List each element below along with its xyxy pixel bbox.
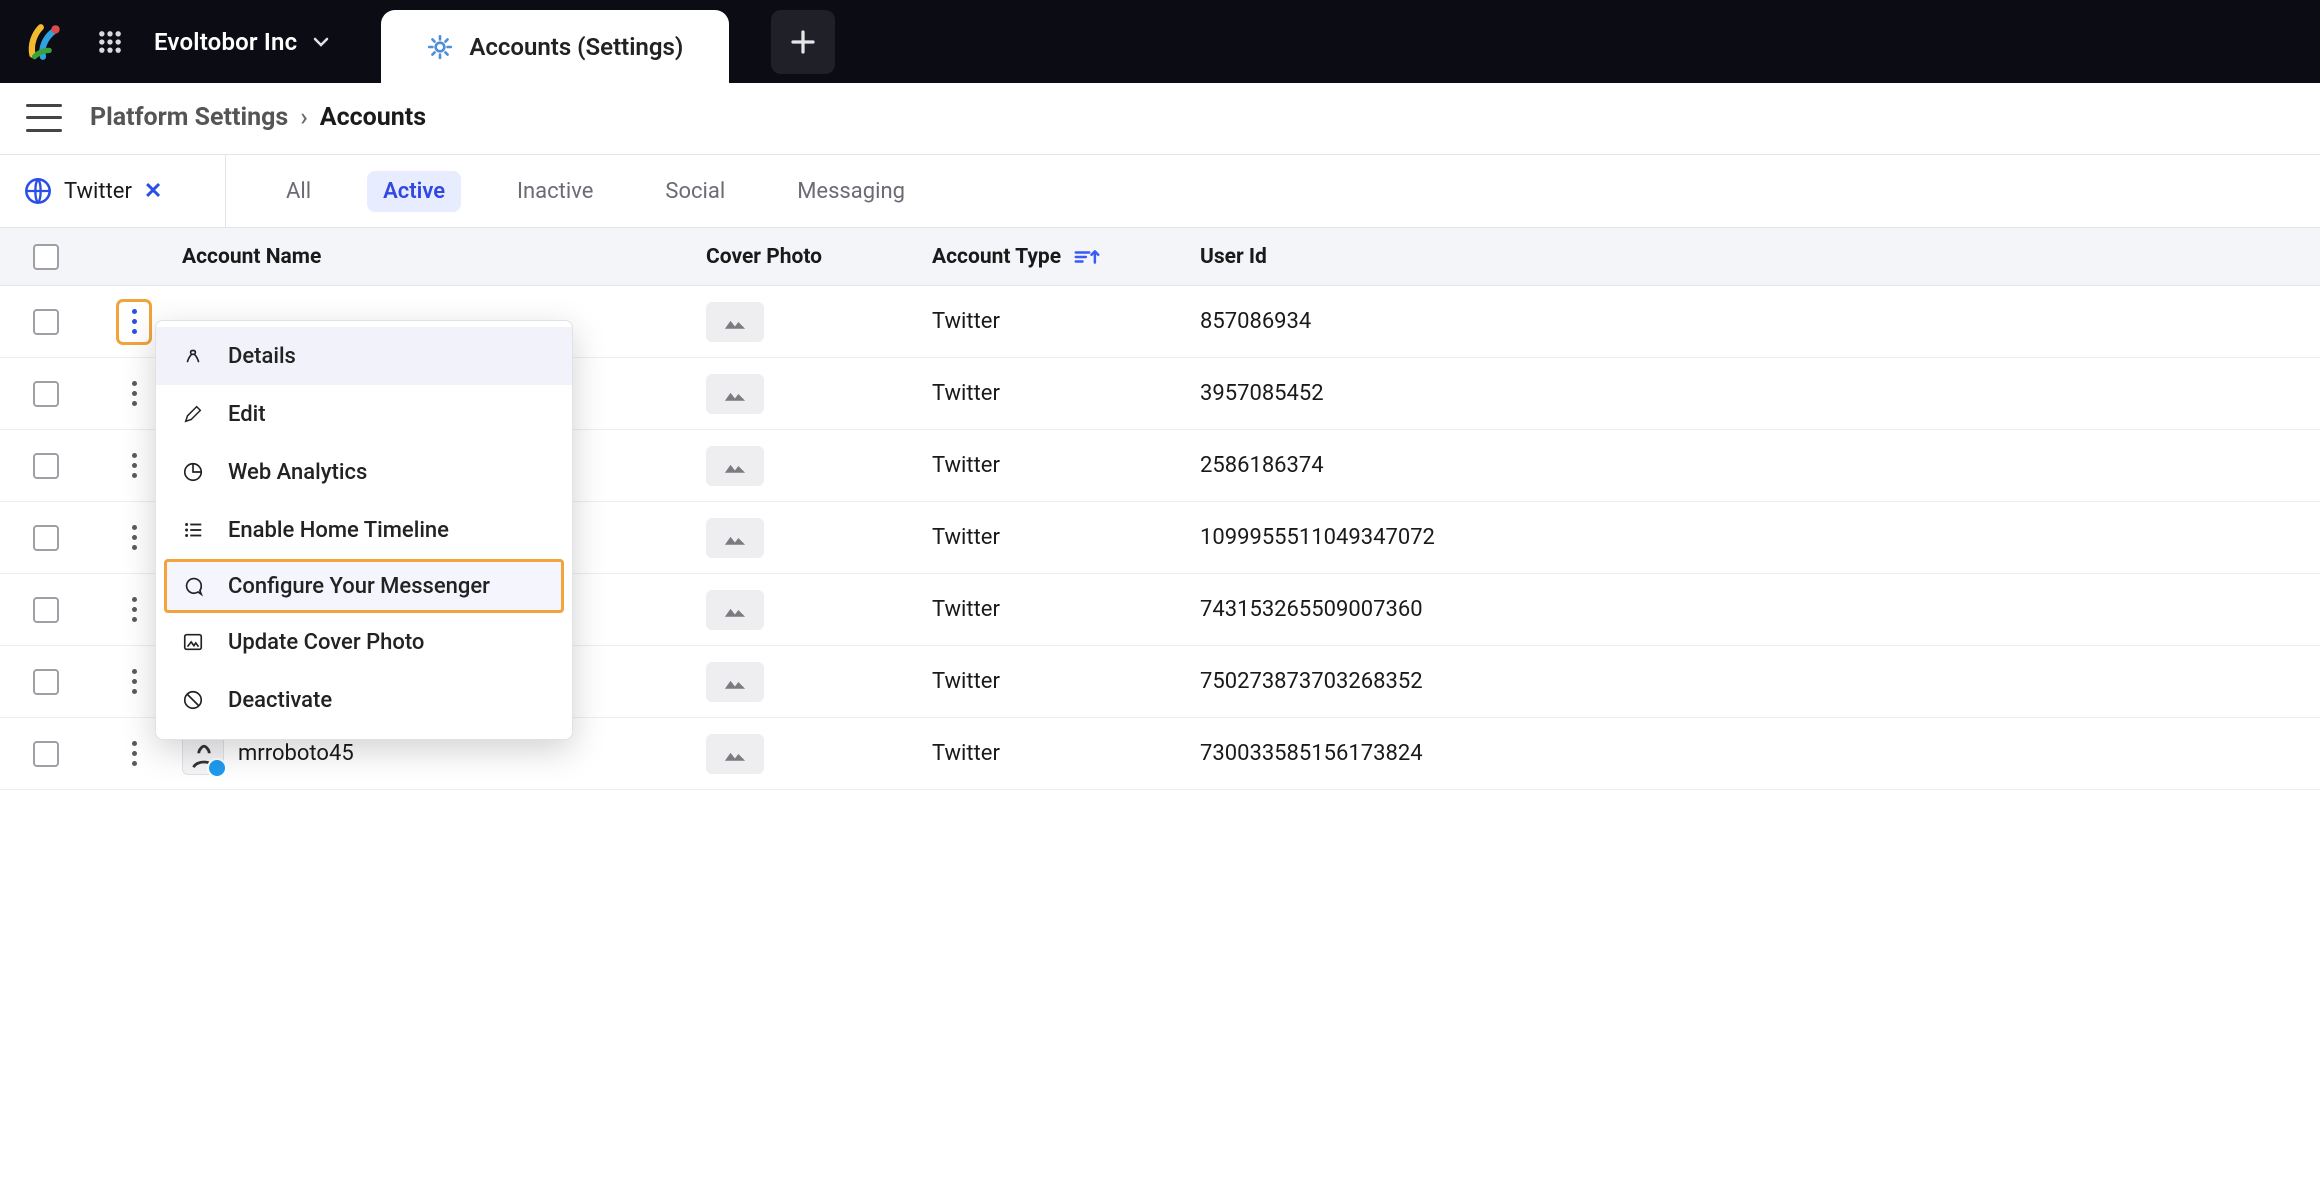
user-id: 750273873703268352 <box>1194 669 1920 694</box>
cover-photo-thumb-icon[interactable] <box>706 302 764 342</box>
row-context-menu: Details Edit Web Analytics Enable Home T… <box>155 320 573 740</box>
user-id: 2586186374 <box>1194 453 1920 478</box>
filter-row: Twitter ✕ All Active Inactive Social Mes… <box>0 155 2320 228</box>
tab-accounts-settings[interactable]: Accounts (Settings) <box>381 10 729 84</box>
ctx-configure-messenger[interactable]: Configure Your Messenger <box>164 559 564 613</box>
scope-tabs: All Active Inactive Social Messaging <box>226 171 965 212</box>
ctx-edit[interactable]: Edit <box>156 385 572 443</box>
scope-tab-messaging[interactable]: Messaging <box>781 171 921 212</box>
chat-icon <box>180 573 206 599</box>
scope-tab-active[interactable]: Active <box>367 171 461 212</box>
ctx-web-analytics[interactable]: Web Analytics <box>156 443 572 501</box>
col-cover-photo[interactable]: Cover Photo <box>700 245 926 269</box>
remove-filter-icon[interactable]: ✕ <box>144 179 162 204</box>
globe-icon <box>24 177 52 205</box>
col-account-type[interactable]: Account Type <box>926 245 1194 269</box>
cover-photo-thumb-icon[interactable] <box>706 734 764 774</box>
cover-photo-thumb-icon[interactable] <box>706 662 764 702</box>
row-actions-menu-icon[interactable] <box>119 302 149 342</box>
user-id: 857086934 <box>1194 309 1920 334</box>
account-type: Twitter <box>926 597 1194 622</box>
row-actions-menu-icon[interactable] <box>119 374 149 414</box>
chevron-right-icon: › <box>300 103 308 132</box>
row-checkbox[interactable] <box>33 453 59 479</box>
row-checkbox[interactable] <box>33 741 59 767</box>
cover-photo-thumb-icon[interactable] <box>706 518 764 558</box>
cover-photo-thumb-icon[interactable] <box>706 590 764 630</box>
pie-chart-icon <box>180 459 206 485</box>
select-all-checkbox[interactable] <box>33 244 59 270</box>
app-topbar: Evoltobor Inc Accounts (Settings) <box>0 0 2320 83</box>
image-icon <box>180 629 206 655</box>
col-user-id[interactable]: User Id <box>1194 245 1920 269</box>
account-type: Twitter <box>926 741 1194 766</box>
row-actions-menu-icon[interactable] <box>119 734 149 774</box>
plus-icon <box>788 27 818 57</box>
ban-icon <box>180 687 206 713</box>
row-checkbox[interactable] <box>33 309 59 335</box>
cover-photo-thumb-icon[interactable] <box>706 374 764 414</box>
col-account-name[interactable]: Account Name <box>176 245 700 269</box>
account-type: Twitter <box>926 525 1194 550</box>
ctx-enable-home-timeline[interactable]: Enable Home Timeline <box>156 501 572 559</box>
channel-filter-label: Twitter <box>64 179 132 204</box>
user-id: 730033585156173824 <box>1194 741 1920 766</box>
ctx-details[interactable]: Details <box>156 327 572 385</box>
account-name: mrroboto45 <box>238 741 354 766</box>
row-actions-menu-icon[interactable] <box>119 518 149 558</box>
account-type: Twitter <box>926 309 1194 334</box>
chevron-down-icon <box>311 32 331 52</box>
gear-icon <box>427 34 453 60</box>
hamburger-menu-icon[interactable] <box>26 104 62 132</box>
row-checkbox[interactable] <box>33 381 59 407</box>
apps-grid-icon[interactable] <box>88 20 132 64</box>
tab-label: Accounts (Settings) <box>469 33 683 61</box>
user-id: 3957085452 <box>1194 381 1920 406</box>
brand-logo-icon <box>24 21 66 63</box>
account-type: Twitter <box>926 381 1194 406</box>
add-tab-button[interactable] <box>771 10 835 74</box>
row-actions-menu-icon[interactable] <box>119 662 149 702</box>
scope-tab-social[interactable]: Social <box>649 171 741 212</box>
ctx-deactivate[interactable]: Deactivate <box>156 671 572 729</box>
details-icon <box>180 343 206 369</box>
sort-ascending-icon <box>1073 248 1101 266</box>
org-switcher[interactable]: Evoltobor Inc <box>154 28 331 56</box>
list-icon <box>180 517 206 543</box>
breadcrumb-current: Accounts <box>320 103 426 132</box>
breadcrumb: Platform Settings › Accounts <box>90 103 426 132</box>
row-checkbox[interactable] <box>33 669 59 695</box>
breadcrumb-bar: Platform Settings › Accounts <box>0 83 2320 155</box>
ctx-update-cover-photo[interactable]: Update Cover Photo <box>156 613 572 671</box>
row-actions-menu-icon[interactable] <box>119 446 149 486</box>
breadcrumb-parent[interactable]: Platform Settings <box>90 103 288 132</box>
user-id: 1099955511049347072 <box>1194 525 1920 550</box>
channel-filter-chip: Twitter ✕ <box>0 155 226 227</box>
account-type: Twitter <box>926 453 1194 478</box>
pencil-icon <box>180 401 206 427</box>
table-header: Account Name Cover Photo Account Type Us… <box>0 228 2320 286</box>
cover-photo-thumb-icon[interactable] <box>706 446 764 486</box>
row-checkbox[interactable] <box>33 597 59 623</box>
org-name: Evoltobor Inc <box>154 28 297 56</box>
scope-tab-all[interactable]: All <box>270 171 327 212</box>
row-actions-menu-icon[interactable] <box>119 590 149 630</box>
account-type: Twitter <box>926 669 1194 694</box>
row-checkbox[interactable] <box>33 525 59 551</box>
user-id: 743153265509007360 <box>1194 597 1920 622</box>
scope-tab-inactive[interactable]: Inactive <box>501 171 609 212</box>
